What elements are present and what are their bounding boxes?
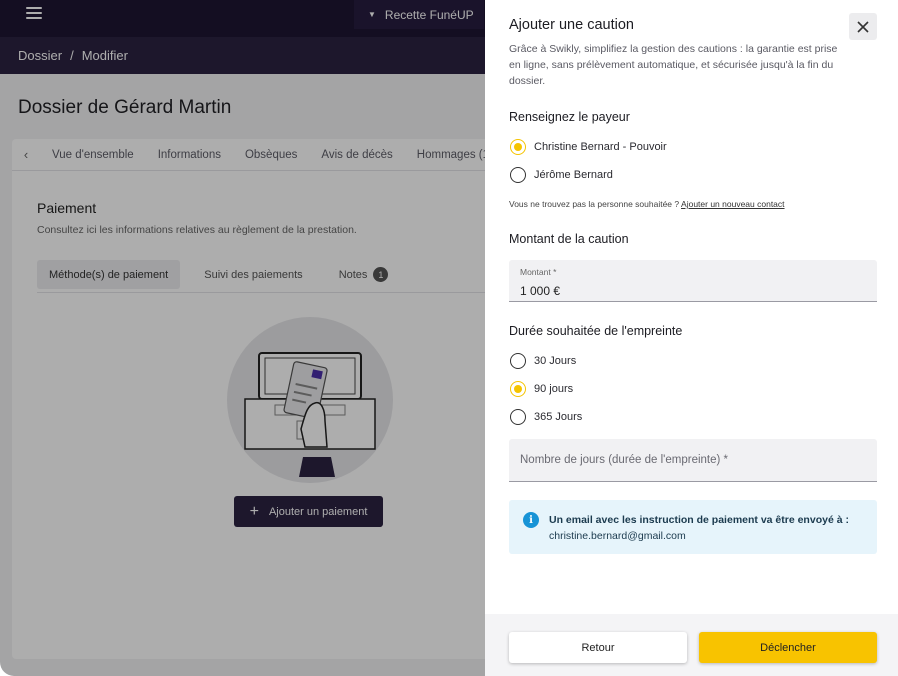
radio-unchecked-icon[interactable] — [510, 409, 526, 425]
duration-option-label: 90 jours — [534, 383, 574, 395]
duration-option-30[interactable]: 30 Jours — [510, 353, 576, 369]
radio-unchecked-icon[interactable] — [510, 353, 526, 369]
submit-button[interactable]: Déclencher — [699, 632, 877, 663]
radio-checked-icon[interactable] — [510, 139, 526, 155]
duration-option-label: 30 Jours — [534, 355, 577, 367]
not-found-label: Vous ne trouvez pas la personne souhaité… — [509, 199, 680, 209]
days-input[interactable] — [509, 439, 877, 481]
email-info-box: i Un email avec les instruction de paiem… — [509, 500, 877, 554]
drawer-description: Grâce à Swikly, simplifiez la gestion de… — [509, 43, 838, 87]
close-button[interactable] — [849, 13, 877, 40]
duration-option-label: 365 Jours — [534, 411, 583, 423]
info-icon: i — [523, 512, 539, 528]
payer-section-title: Renseignez le payeur — [509, 110, 630, 124]
amount-section-title: Montant de la caution — [509, 232, 629, 246]
radio-checked-icon[interactable] — [510, 381, 526, 397]
back-button[interactable]: Retour — [509, 632, 687, 663]
payer-option-christine[interactable]: Christine Bernard - Pouvoir — [510, 139, 667, 155]
new-contact-link[interactable]: Ajouter un nouveau contact — [681, 199, 785, 209]
duration-option-90[interactable]: 90 jours — [510, 381, 573, 397]
drawer-footer: Retour Déclencher — [485, 614, 898, 676]
days-field[interactable] — [509, 439, 877, 482]
info-title: Un email avec les instruction de paiemen… — [549, 514, 849, 526]
info-email: christine.bernard@gmail.com — [549, 530, 686, 542]
duration-option-365[interactable]: 365 Jours — [510, 409, 582, 425]
amount-field[interactable]: Montant * 1 000 € — [509, 260, 877, 302]
radio-unchecked-icon[interactable] — [510, 167, 526, 183]
amount-field-value: 1 000 € — [520, 284, 561, 298]
duration-section-title: Durée souhaitée de l'empreinte — [509, 324, 683, 338]
payer-option-label: Christine Bernard - Pouvoir — [534, 141, 667, 153]
drawer-title: Ajouter une caution — [509, 17, 634, 33]
caution-drawer: Ajouter une caution Grâce à Swikly, simp… — [485, 0, 898, 676]
payer-option-label: Jérôme Bernard — [534, 169, 613, 181]
amount-field-label: Montant * — [520, 267, 557, 277]
not-found-text: Vous ne trouvez pas la personne souhaité… — [509, 199, 785, 209]
close-icon — [857, 20, 869, 33]
modal-backdrop[interactable] — [0, 0, 485, 676]
payer-option-jerome[interactable]: Jérôme Bernard — [510, 167, 613, 183]
